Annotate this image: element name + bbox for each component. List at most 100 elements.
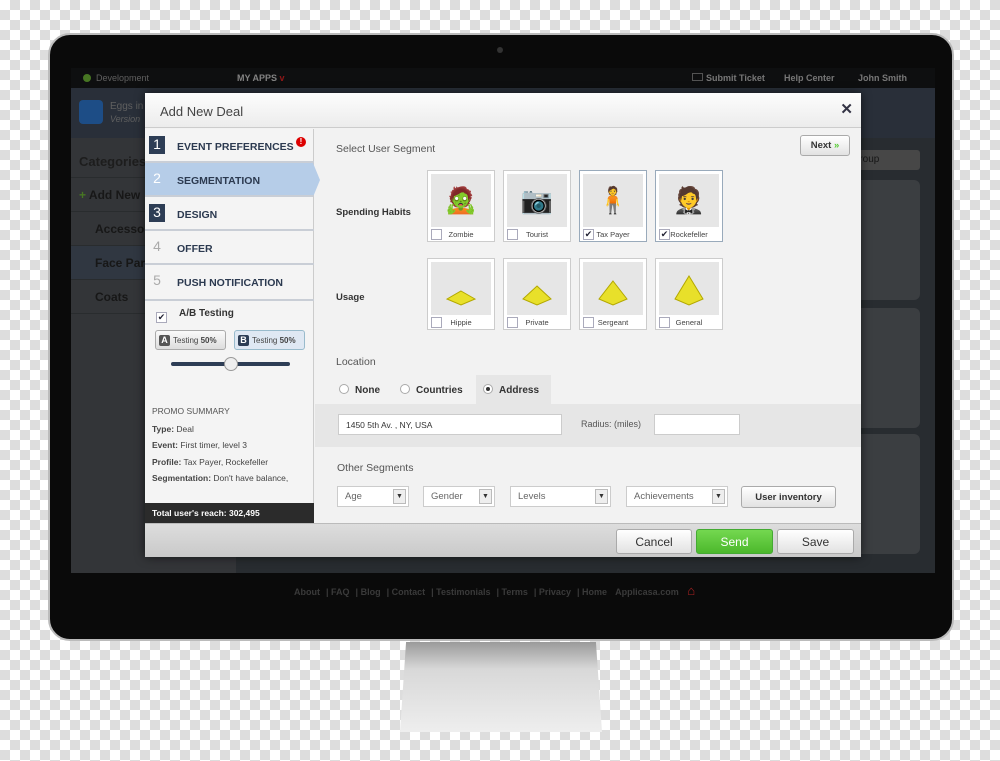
summary-row: Type: Deal [152,424,194,434]
variant-b-text: Testing [252,336,278,345]
tile-label: Tax Payer [596,230,630,239]
radio-label: Countries [416,385,463,396]
location-countries-radio[interactable]: Countries [400,384,463,396]
footer-link[interactable]: FAQ [331,587,350,597]
modal-title: Add New Deal [160,104,244,119]
tourist-icon: 📷 [507,174,567,227]
summary-key: Profile: [152,457,182,467]
checkbox[interactable]: ✔ [583,229,594,240]
gender-dropdown[interactable]: Gender ▼ [423,486,495,507]
dropdown-value: Levels [518,491,546,502]
double-chevron-right-icon: » [833,140,840,151]
variant-b-letter: B [238,335,249,346]
achievements-dropdown[interactable]: Achievements ▼ [626,486,728,507]
user-inventory-button[interactable]: User inventory [741,486,836,508]
segmentation-panel: Select User Segment Next » Spending Habi… [315,129,861,523]
levels-dropdown[interactable]: Levels ▼ [510,486,611,507]
footer-links: About | FAQ | Blog | Contact | Testimonials |… [294,583,696,598]
summary-value: Deal [176,424,194,434]
summary-row: Event: First timer, level 3 [152,440,247,450]
radius-input[interactable] [654,414,740,435]
address-input[interactable]: 1450 5th Av. , NY, USA [338,414,562,435]
step-label: OFFER [177,243,213,255]
usage-label: Usage [336,292,365,303]
checkbox[interactable] [431,317,442,328]
next-label: Next [810,140,832,151]
location-none-radio[interactable]: None [339,384,380,396]
summary-row: Segmentation: Don't have balance, [152,473,288,483]
usage-tile[interactable]: Sergeant [579,258,647,330]
radio-selected-icon [483,384,493,394]
radius-label: Radius: (miles) [581,419,642,429]
step-offer[interactable]: 4 OFFER [145,231,314,265]
footer-link[interactable]: Testimonials [436,587,490,597]
footer-link[interactable]: About [294,587,320,597]
variant-b-button[interactable]: B Testing 50% [234,330,305,350]
rank-chevron-icon [507,262,567,315]
checkbox[interactable] [507,229,518,240]
radio-label: None [355,385,380,396]
summary-key: Event: [152,440,178,450]
footer-link[interactable]: Applicasa.com [615,587,679,597]
cancel-button[interactable]: Cancel [616,529,692,554]
close-icon[interactable]: ✕ [840,100,853,118]
step-event-preferences[interactable]: 1 EVENT PREFERENCES! [145,129,314,163]
checkbox[interactable] [431,229,442,240]
tile-label: General [675,318,703,327]
webcam [497,47,503,53]
radio-icon [339,384,349,394]
footer-link[interactable]: Privacy [539,587,571,597]
usage-tile[interactable]: General [655,258,723,330]
tile-label: Rockefeller [670,230,708,239]
tile-label: Sergeant [597,318,629,327]
dropdown-value: Gender [431,491,463,502]
checkmark-icon: ✔ [156,312,167,323]
ab-testing-checkbox[interactable]: ✔ [156,307,167,325]
dropdown-value: Achievements [634,491,694,502]
spending-habits-label: Spending Habits [336,207,411,218]
tile-label: Tourist [525,230,549,239]
step-segmentation[interactable]: 2 SEGMENTATION [145,163,320,197]
variant-a-button[interactable]: A Testing 50% [155,330,226,350]
checkbox[interactable] [659,317,670,328]
slider-handle[interactable] [223,357,238,371]
dropdown-arrow-icon: ▼ [479,489,492,504]
step-label: SEGMENTATION [177,175,261,187]
age-dropdown[interactable]: Age ▼ [337,486,409,507]
footer-link[interactable]: Blog [361,587,381,597]
dropdown-arrow-icon: ▼ [595,489,608,504]
step-label: DESIGN [177,209,218,221]
rockefeller-icon: 🤵 [659,174,719,227]
section-title: Select User Segment [336,143,436,155]
step-push-notification[interactable]: 5 PUSH NOTIFICATION [145,265,314,301]
usage-tile[interactable]: Hippie [427,258,495,330]
radio-icon [400,384,410,394]
step-number: 1 [149,136,165,154]
usage-tile[interactable]: Private [503,258,571,330]
dropdown-arrow-icon: ▼ [393,489,406,504]
summary-key: Segmentation: [152,473,212,483]
save-button[interactable]: Save [777,529,854,554]
spending-tile[interactable]: 🤵 ✔ Rockefeller [655,170,723,242]
next-button[interactable]: Next » [800,135,850,156]
spending-tile[interactable]: 🧟 Zombie [427,170,495,242]
spending-tile[interactable]: 🧍 ✔ Tax Payer [579,170,647,242]
location-address-radio[interactable]: Address [483,384,539,396]
variant-a-pct: 50% [200,336,217,345]
send-button[interactable]: Send [696,529,773,554]
variant-b-pct: 50% [279,336,296,345]
checkbox[interactable] [507,317,518,328]
promo-summary-title: PROMO SUMMARY [152,406,230,416]
summary-value: First timer, level 3 [180,440,247,450]
rank-chevron-icon [583,262,643,315]
step-design[interactable]: 3 DESIGN [145,197,314,231]
footer-link[interactable]: Contact [392,587,426,597]
modal-footer: Cancel Send Save [145,523,861,557]
spending-tile[interactable]: 📷 Tourist [503,170,571,242]
zombie-icon: 🧟 [431,174,491,227]
footer-link[interactable]: Home [582,587,607,597]
footer-link[interactable]: Terms [502,587,528,597]
checkbox[interactable] [583,317,594,328]
tile-label: Hippie [450,318,472,327]
checkbox[interactable]: ✔ [659,229,670,240]
